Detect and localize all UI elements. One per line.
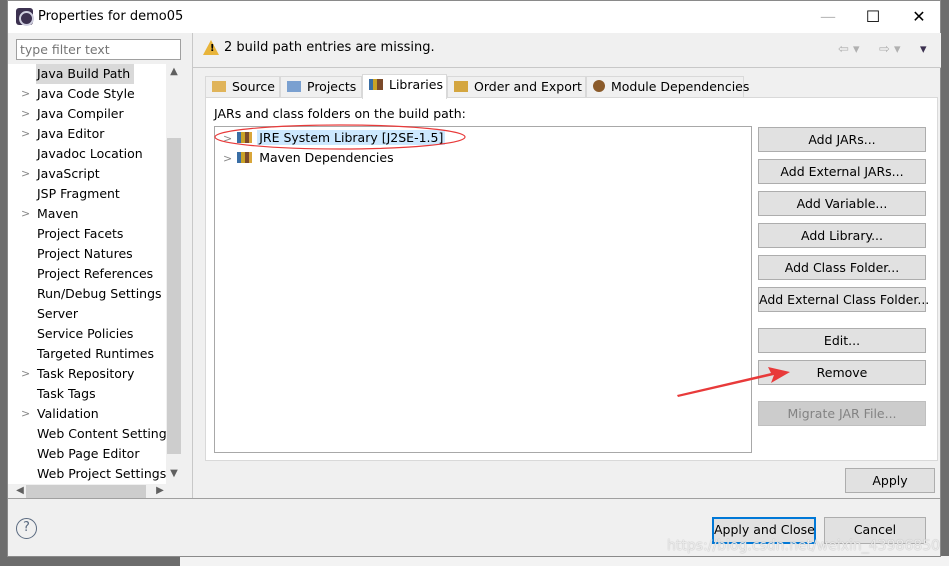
expand-chevron-icon[interactable]: >: [21, 104, 30, 124]
tree-item-label: Project References: [37, 266, 154, 281]
tree-item-label: Java Build Path: [36, 64, 135, 84]
tab-label: Order and Export: [474, 79, 582, 94]
library-entry[interactable]: > Maven Dependencies: [223, 148, 396, 168]
minimize-button[interactable]: —: [808, 5, 848, 29]
footer-divider: [8, 498, 940, 499]
tree-item-label: JSP Fragment: [37, 186, 120, 201]
tree-horizontal-scrollbar[interactable]: ◀ ▶: [16, 484, 166, 499]
libraries-label: JARs and class folders on the build path…: [214, 106, 466, 121]
tree-item-label: Run/Debug Settings: [37, 286, 162, 301]
divider: [192, 33, 193, 499]
tree-item-label: Task Tags: [37, 386, 96, 401]
expand-chevron-icon[interactable]: >: [21, 124, 30, 144]
eclipse-icon: [16, 8, 34, 26]
expand-chevron-icon[interactable]: >: [21, 204, 30, 224]
tab-label: Libraries: [389, 77, 443, 92]
tree-item-label: Web Project Settings: [37, 466, 166, 481]
tree-item-label: JavaScript: [37, 166, 100, 181]
property-tree: Java Build Path > Java Code Style > Java Com…: [8, 64, 166, 484]
expand-chevron-icon[interactable]: >: [21, 84, 30, 104]
background-window: [180, 556, 949, 566]
scroll-right-icon[interactable]: ▶: [152, 485, 168, 496]
library-icon: [237, 132, 253, 143]
tab-label: Projects: [307, 79, 357, 94]
tree-item-label: Targeted Runtimes: [37, 346, 154, 361]
add-external-jars-button[interactable]: Add External JARs...: [758, 159, 926, 184]
header-message: 2 build path entries are missing.: [224, 40, 435, 55]
tree-item-label: Service Policies: [37, 326, 134, 341]
scroll-thumb[interactable]: [167, 138, 181, 454]
menu-dropdown-icon[interactable]: ▾: [920, 42, 927, 57]
tab-module-dependencies[interactable]: Module Dependencies: [586, 76, 749, 98]
expand-chevron-icon[interactable]: >: [21, 164, 30, 184]
tab-order-and-export[interactable]: Order and Export: [447, 76, 586, 98]
scroll-up-icon[interactable]: ▲: [166, 66, 182, 77]
tree-item-label: Maven: [37, 206, 79, 221]
library-label: JRE System Library [J2SE-1.5]: [257, 130, 446, 145]
tree-item-label: Web Content Settings: [37, 426, 166, 441]
apply-button[interactable]: Apply: [845, 468, 935, 493]
tree-item-label: Web Page Editor: [37, 446, 140, 461]
expand-chevron-icon[interactable]: >: [21, 404, 30, 424]
tree-item-label: Server: [37, 306, 78, 321]
tree-item-label: Java Compiler: [37, 106, 124, 121]
library-icon: [369, 79, 383, 90]
add-external-class-folder-button[interactable]: Add External Class Folder...: [758, 287, 929, 312]
add-class-folder-button[interactable]: Add Class Folder...: [758, 255, 926, 280]
maximize-button[interactable]: ☐: [853, 5, 893, 29]
libraries-list[interactable]: > JRE System Library [J2SE-1.5] > Maven Dep…: [214, 126, 752, 453]
watermark: https://blog.csdn.net/weixin_43986850: [667, 538, 941, 554]
close-button[interactable]: ✕: [899, 5, 939, 29]
tree-item-label: Project Facets: [37, 226, 124, 241]
tree-item-label: Validation: [37, 406, 99, 421]
tab-projects[interactable]: Projects: [280, 76, 362, 98]
add-library-button[interactable]: Add Library...: [758, 223, 926, 248]
tree-item-label: Project Natures: [37, 246, 133, 261]
order-export-icon: [454, 81, 468, 92]
library-icon: [237, 152, 253, 163]
expand-chevron-icon[interactable]: >: [21, 364, 30, 384]
maven-module-icon: [593, 80, 605, 92]
tree-item-label: Java Editor: [37, 126, 105, 141]
projects-folder-icon: [287, 81, 301, 92]
window-title: Properties for demo05: [38, 9, 184, 24]
tab-label: Source: [232, 79, 275, 94]
forward-icon[interactable]: ⇨ ▾: [879, 42, 901, 57]
tree-item-label: Java Code Style: [37, 86, 135, 101]
edit-button[interactable]: Edit...: [758, 328, 926, 353]
scroll-down-icon[interactable]: ▼: [166, 468, 182, 479]
help-icon[interactable]: ?: [16, 518, 37, 539]
back-icon[interactable]: ⇦ ▾: [838, 42, 860, 57]
title-bar: Properties for demo05 — ☐ ✕: [8, 1, 940, 33]
tab-label: Module Dependencies: [611, 79, 750, 94]
expand-chevron-icon[interactable]: >: [223, 152, 232, 165]
tree-item-label: Javadoc Location: [37, 146, 143, 161]
tree-vertical-scrollbar[interactable]: ▲ ▼: [166, 64, 182, 484]
add-variable-button[interactable]: Add Variable...: [758, 191, 926, 216]
library-label: Maven Dependencies: [259, 150, 394, 165]
warning-mark: !: [210, 43, 215, 54]
tree-item-label: Task Repository: [37, 366, 135, 381]
remove-button[interactable]: Remove: [758, 360, 926, 385]
tab-source[interactable]: Source: [205, 76, 280, 98]
left-panel: Java Build Path > Java Code Style > Java Com…: [8, 33, 192, 499]
filter-input[interactable]: [16, 39, 181, 60]
migrate-jar-file-button: Migrate JAR File...: [758, 401, 926, 426]
page-header: ! 2 build path entries are missing. ⇦ ▾ …: [193, 33, 941, 68]
tab-libraries[interactable]: Libraries: [362, 74, 447, 99]
library-entry[interactable]: > JRE System Library [J2SE-1.5]: [223, 128, 446, 148]
expand-chevron-icon[interactable]: >: [223, 132, 232, 145]
add-jars-button[interactable]: Add JARs...: [758, 127, 926, 152]
scroll-thumb[interactable]: [26, 485, 146, 498]
source-folder-icon: [212, 81, 226, 92]
